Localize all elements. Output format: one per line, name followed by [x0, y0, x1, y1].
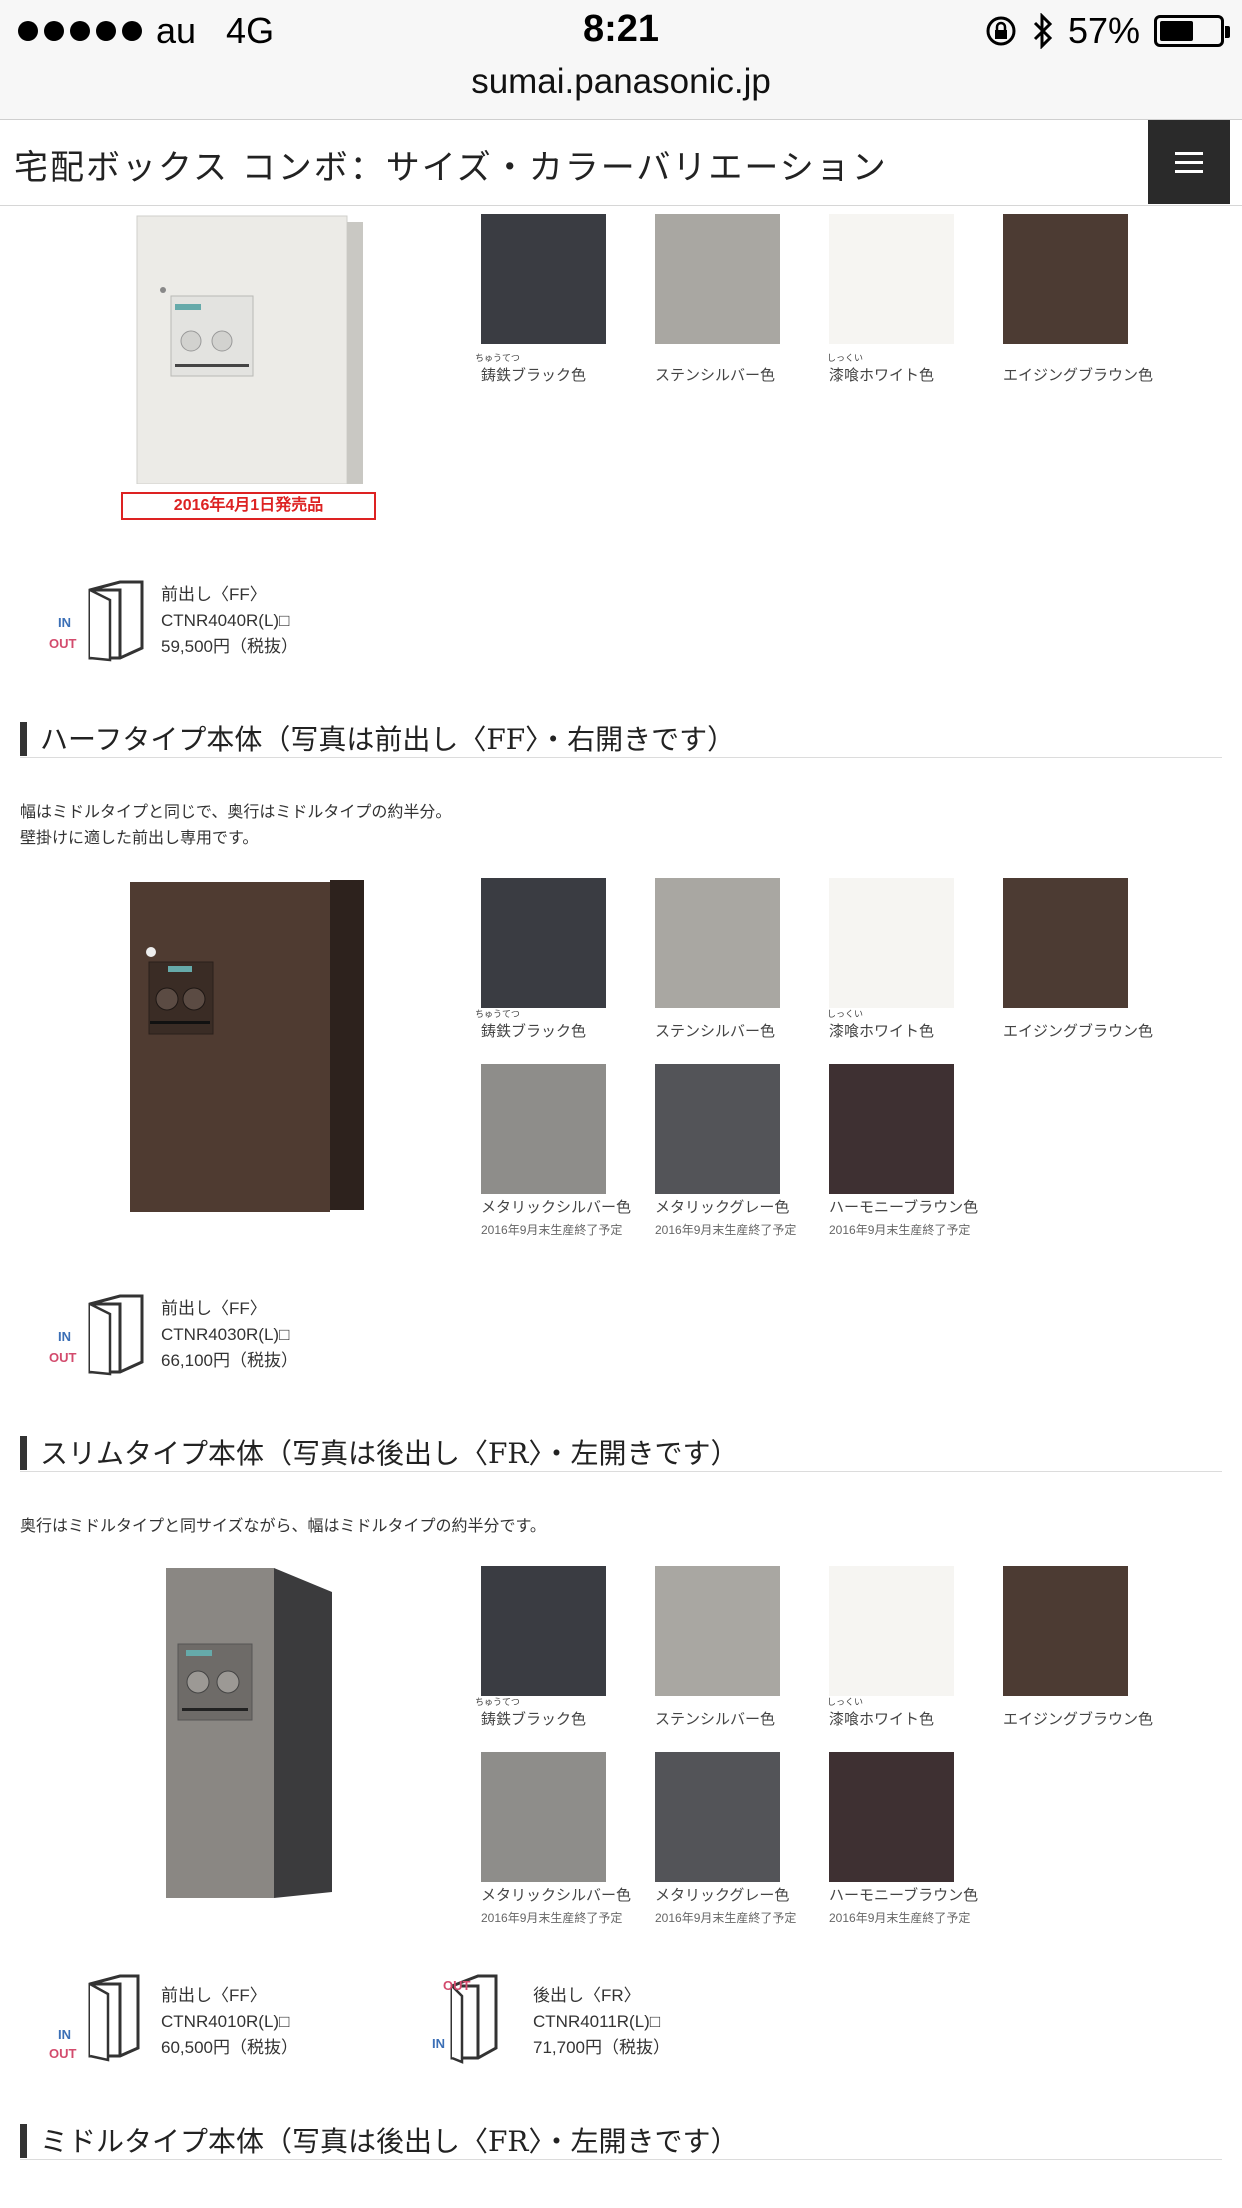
spec-model: CTNR4040R(L)□ — [161, 611, 290, 630]
swatch-stain-silver[interactable] — [655, 1566, 780, 1696]
rotation-lock-icon — [986, 16, 1016, 46]
swatch-label: ハーモニーブラウン色 — [829, 1199, 979, 1216]
swatch-shikkui-white[interactable] — [829, 878, 954, 1008]
section-title: ミドルタイプ本体（写真は後出し〈FR〉・左開きです） — [40, 2125, 739, 2158]
hamburger-icon[interactable] — [1148, 120, 1230, 204]
section-title: スリムタイプ本体（写真は後出し〈FR〉・左開きです） — [40, 1437, 739, 1470]
spec-price: 66,100円（税抜） — [161, 1351, 298, 1370]
swatch-label: エイジングブラウン色 — [1003, 1711, 1154, 1728]
swatch-ruby: ちゅうてつ — [475, 1009, 520, 1019]
discontinued-note: 2016年9月末生産終了予定 — [481, 1223, 623, 1237]
swatch-label: メタリックシルバー色 — [481, 1199, 632, 1216]
spec-type: 後出し〈FR〉 — [533, 1986, 641, 2005]
swatch-ruby: しっくい — [827, 1009, 864, 1019]
swatch-metallic-silver[interactable] — [481, 1064, 606, 1194]
swatch-label: 漆喰ホワイト色 — [829, 1023, 935, 1040]
swatch-ruby: しっくい — [827, 353, 864, 363]
spec-model: CTNR4011R(L)□ — [533, 2012, 661, 2031]
swatch-label: 鋳鉄ブラック色 — [481, 1023, 587, 1040]
swatch-label: メタリックシルバー色 — [481, 1887, 632, 1904]
product-image-brown-box — [130, 880, 364, 1212]
swatch-ruby: ちゅうてつ — [475, 353, 520, 363]
swatch-label: エイジングブラウン色 — [1003, 1023, 1154, 1040]
swatch-label: 鋳鉄ブラック色 — [481, 1711, 587, 1728]
swatch-label: ハーモニーブラウン色 — [829, 1887, 979, 1904]
io-out-label: OUT — [49, 1350, 77, 1365]
url-bar[interactable]: sumai.panasonic.jp — [0, 62, 1242, 120]
spec-model: CTNR4010R(L)□ — [161, 2012, 290, 2031]
spec-price: 60,500円（税抜） — [161, 2038, 298, 2057]
swatch-label: 鋳鉄ブラック色 — [481, 367, 587, 384]
section-heading-middle: ミドルタイプ本体（写真は後出し〈FR〉・左開きです） — [20, 2124, 1222, 2160]
section-heading-half: ハーフタイプ本体（写真は前出し〈FF〉・右開きです） — [20, 722, 1222, 758]
swatch-label: エイジングブラウン色 — [1003, 367, 1154, 384]
swatch-label: ステンシルバー色 — [655, 1711, 776, 1728]
bluetooth-icon — [1033, 13, 1053, 49]
section-description: 奥行はミドルタイプと同サイズながら、幅はミドルタイプの約半分です。 — [20, 1518, 546, 1535]
swatch-aging-brown[interactable] — [1003, 878, 1128, 1008]
swatch-aging-brown[interactable] — [1003, 214, 1128, 344]
section-description: 幅はミドルタイプと同じで、奥行はミドルタイプの約半分。 壁掛けに適した前出し専用… — [20, 804, 452, 847]
swatch-stain-silver[interactable] — [655, 878, 780, 1008]
swatch-ruby: しっくい — [827, 1697, 864, 1707]
spec-type: 前出し〈FF〉 — [161, 1299, 267, 1318]
swatch-label: 漆喰ホワイト色 — [829, 1711, 935, 1728]
section-title: ハーフタイプ本体（写真は前出し〈FF〉・右開きです） — [40, 723, 736, 756]
product-image-slim-box — [166, 1568, 332, 1898]
swatch-shikkui-white[interactable] — [829, 1566, 954, 1696]
page-title: 宅配ボックス コンボ：サイズ・カラーバリエーション — [14, 148, 888, 188]
swatch-label: ステンシルバー色 — [655, 1023, 776, 1040]
battery-percent: 57% — [1067, 10, 1140, 51]
swatch-label: 漆喰ホワイト色 — [829, 367, 935, 384]
swatch-ruby: ちゅうてつ — [475, 1697, 520, 1707]
io-out-label: OUT — [49, 636, 77, 651]
swatch-aging-brown[interactable] — [1003, 1566, 1128, 1696]
swatch-stain-silver[interactable] — [655, 214, 780, 344]
spec-price: 59,500円（税抜） — [161, 637, 298, 656]
swatch-metallic-gray[interactable] — [655, 1064, 780, 1194]
swatch-label: メタリックグレー色 — [655, 1199, 790, 1216]
swatch-cast-iron-black[interactable] — [481, 1566, 606, 1696]
battery-icon — [1154, 15, 1230, 47]
spec-type: 前出し〈FF〉 — [161, 1986, 267, 2005]
swatch-cast-iron-black[interactable] — [481, 214, 606, 344]
io-in-label: IN — [432, 2036, 445, 2051]
io-out-label: OUT — [49, 2046, 77, 2061]
discontinued-note: 2016年9月末生産終了予定 — [829, 1911, 971, 1925]
swatch-harmony-brown[interactable] — [829, 1752, 954, 1882]
io-in-label: IN — [58, 2027, 71, 2042]
discontinued-note: 2016年9月末生産終了予定 — [655, 1911, 797, 1925]
io-in-label: IN — [58, 1329, 71, 1344]
swatch-shikkui-white[interactable] — [829, 214, 954, 344]
status-right: 57% — [984, 10, 1230, 52]
product-image-white-box — [136, 215, 363, 484]
section-heading-slim: スリムタイプ本体（写真は後出し〈FR〉・左開きです） — [20, 1436, 1222, 1472]
page-header: 宅配ボックス コンボ：サイズ・カラーバリエーション — [0, 120, 1242, 206]
swatch-metallic-silver[interactable] — [481, 1752, 606, 1882]
swatch-label: ステンシルバー色 — [655, 367, 776, 384]
io-out-label: OUT — [443, 1978, 471, 1993]
swatch-harmony-brown[interactable] — [829, 1064, 954, 1194]
discontinued-note: 2016年9月末生産終了予定 — [481, 1911, 623, 1925]
discontinued-note: 2016年9月末生産終了予定 — [655, 1223, 797, 1237]
status-bar: au 4G 8:21 57% — [0, 0, 1242, 62]
release-date-tag: 2016年4月1日発売品 — [121, 492, 376, 520]
spec-model: CTNR4030R(L)□ — [161, 1325, 290, 1344]
swatch-label: メタリックグレー色 — [655, 1887, 790, 1904]
discontinued-note: 2016年9月末生産終了予定 — [829, 1223, 971, 1237]
spec-type: 前出し〈FF〉 — [161, 585, 267, 604]
io-in-label: IN — [58, 615, 71, 630]
swatch-metallic-gray[interactable] — [655, 1752, 780, 1882]
spec-price: 71,700円（税抜） — [533, 2038, 670, 2057]
swatch-cast-iron-black[interactable] — [481, 878, 606, 1008]
